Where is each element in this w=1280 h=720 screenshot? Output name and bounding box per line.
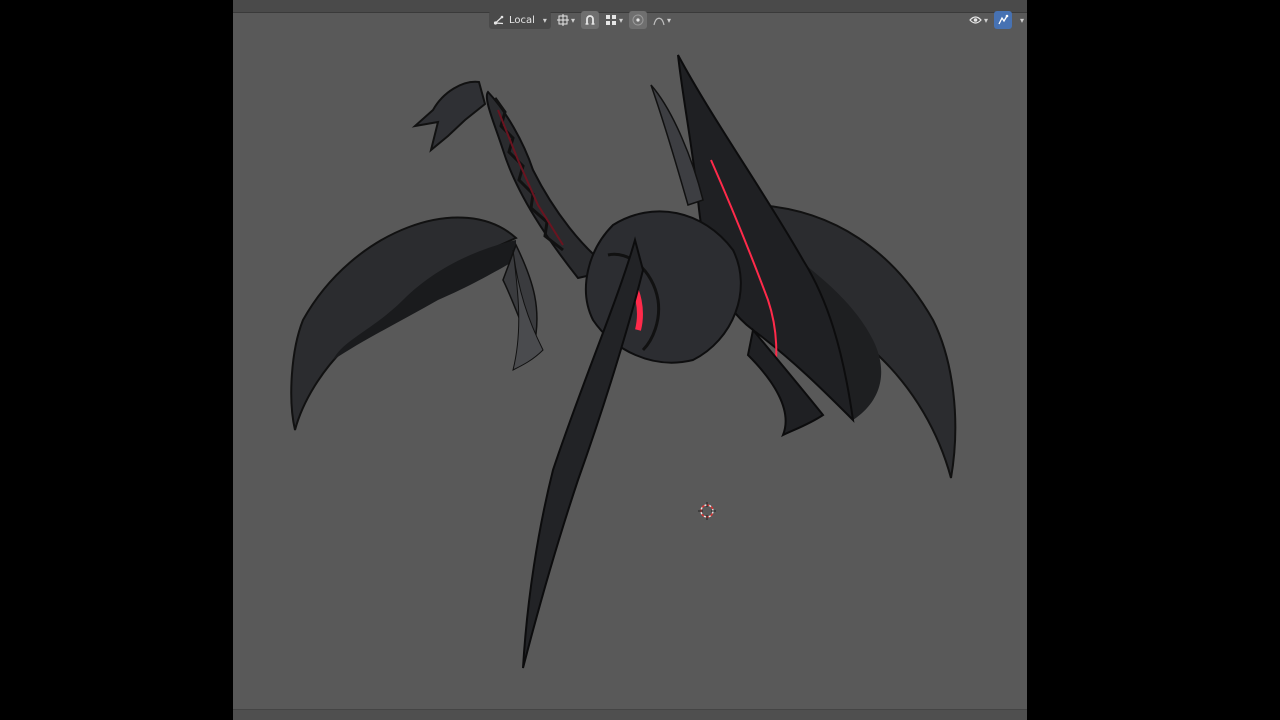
3d-cursor-icon <box>697 501 717 521</box>
3d-viewport[interactable]: Local ▾ ▾ ▾ ▾ ▾ ▾ <box>233 0 1027 720</box>
viewport-bottom-strip <box>233 709 1027 720</box>
front-leg <box>522 236 645 669</box>
dragon-model[interactable] <box>233 0 1027 720</box>
left-wing <box>290 216 518 431</box>
head <box>411 80 487 153</box>
